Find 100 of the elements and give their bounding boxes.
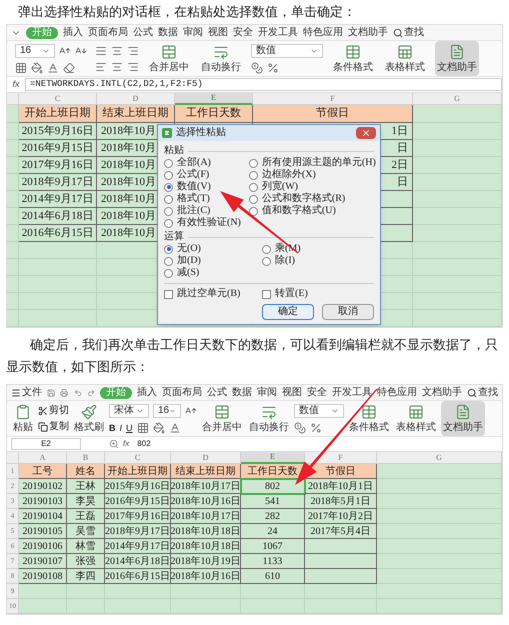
table-cell: 2018年9月17日 (19, 174, 97, 191)
ribbon-tab[interactable]: 文档助手 (348, 26, 388, 38)
table-cell: 2016年9月15日 (19, 140, 97, 157)
font-field[interactable]: 宋体 (109, 404, 149, 418)
ribbon-tab[interactable]: 文档助手 (422, 386, 462, 398)
table-cell: 20190103 (19, 494, 67, 509)
underline-button[interactable]: U (126, 422, 133, 434)
column-header[interactable]: G (413, 93, 502, 105)
merge-center-button[interactable]: 合并居中 (147, 41, 191, 76)
menu-button[interactable]: 文件 (11, 386, 42, 398)
conditional-format-button[interactable]: 条件格式 (347, 401, 391, 436)
ribbon-tab[interactable]: 安全 (307, 386, 327, 398)
ribbon-tab[interactable]: 特色应用 (377, 386, 417, 398)
ribbon-tab[interactable]: 开发工具 (332, 386, 372, 398)
operation-option[interactable]: 除(I) (262, 255, 301, 267)
table-cell: 2018年5月1日 (305, 494, 377, 509)
format-painter-button[interactable]: 格式刷 (72, 401, 106, 436)
checkbox-option[interactable]: 转置(E) (262, 288, 308, 300)
table-cell: 2018年10月17日 (171, 509, 241, 524)
operation-option[interactable]: 加(D) (164, 255, 254, 267)
ribbon-tab[interactable]: 视图 (282, 386, 302, 398)
paste-option[interactable]: 公式和数字格式(R) (248, 193, 376, 205)
search-button[interactable]: 查找 (467, 386, 498, 398)
ribbon-tab[interactable]: 插入 (63, 26, 83, 38)
instruction-text: 弹出选择性粘贴的对话框，在粘贴处选择数值，单击确定： (17, 3, 357, 21)
font-size-field[interactable]: 16 (15, 44, 55, 58)
table-cell: 李昊 (67, 494, 105, 509)
name-box[interactable]: E2 (11, 438, 81, 450)
table-cell: 2017年10月2日 (305, 509, 377, 524)
header-cell: 工号 (19, 464, 67, 479)
ribbon-tab[interactable]: 特色应用 (303, 26, 343, 38)
table-cell: 2014年9月17日 (19, 191, 97, 208)
fx-label: fx (11, 78, 20, 91)
table-cell: 20190104 (19, 509, 67, 524)
table-style-button[interactable]: 表格样式 (394, 401, 438, 436)
wrap-text-button[interactable]: 自动换行 (199, 41, 243, 76)
ribbon-tab[interactable]: 开发工具 (258, 26, 298, 38)
operation-option[interactable]: 减(S) (164, 267, 254, 279)
ribbon-tab[interactable]: 安全 (233, 26, 253, 38)
table-cell: 20190105 (19, 524, 67, 539)
operation-option[interactable]: 无(O) (164, 243, 254, 255)
doc-assistant-button[interactable]: 文档助手 (435, 41, 479, 76)
ribbon-tab[interactable]: 公式 (133, 26, 153, 38)
fx-label: fx (123, 438, 130, 450)
table-cell: 2014年9月17日 (105, 539, 171, 554)
ribbon-tab[interactable]: 审阅 (183, 26, 203, 38)
column-header[interactable]: E (241, 452, 305, 464)
table-cell: 2018年10月17日 (171, 479, 241, 494)
table-cell: 1133 (241, 554, 305, 569)
wrap-text-button[interactable]: 自动换行 (247, 401, 291, 436)
ok-button[interactable]: 确定 (262, 304, 314, 320)
ribbon-tab[interactable]: 公式 (207, 386, 227, 398)
table-cell: 2018年9月17日 (105, 524, 171, 539)
ribbon-tab[interactable]: 审阅 (257, 386, 277, 398)
number-format-field[interactable]: 数值 (251, 44, 323, 58)
column-header[interactable]: E (175, 93, 253, 105)
doc-assistant-button[interactable]: 文档助手 (441, 401, 485, 436)
ribbon-tab[interactable]: 页面布局 (88, 26, 128, 38)
table-cell: 20190107 (19, 554, 67, 569)
formula-field[interactable]: 802 (133, 438, 498, 450)
table-cell: 1067 (241, 539, 305, 554)
copy-button[interactable]: 复制 (38, 420, 69, 432)
cut-button[interactable]: 剪切 (38, 404, 69, 416)
table-cell: 2015年9月16日 (19, 123, 97, 140)
table-cell: 林雪 (67, 539, 105, 554)
table-cell: 2017年9月16日 (105, 509, 171, 524)
table-cell: 王林 (67, 479, 105, 494)
ribbon-tab[interactable]: 数据 (158, 26, 178, 38)
number-format-field[interactable]: 数值 (294, 404, 344, 418)
header-cell: 开始上班日期 (105, 464, 171, 479)
ribbon-tab[interactable]: 插入 (137, 386, 157, 398)
header-cell: 节假日 (253, 105, 413, 123)
checkbox-option[interactable]: 跳过空单元(B) (164, 288, 254, 300)
table-cell: 802 (241, 479, 305, 494)
font-size-field[interactable]: 16 (153, 404, 181, 418)
table-cell: 2016年6月15日 (105, 569, 171, 584)
search-button[interactable]: 查找 (393, 26, 424, 38)
body-text: 确定后，我们再次单击工作日天数下的数据，可以看到编辑栏就不显示数据了，只显示数值，如下图所示： (6, 336, 499, 376)
table-cell: 541 (241, 494, 305, 509)
italic-button[interactable]: I (120, 422, 122, 434)
ribbon-tab[interactable]: 视图 (208, 26, 228, 38)
ribbon-tab[interactable]: 数据 (232, 386, 252, 398)
conditional-format-button[interactable]: 条件格式 (331, 41, 375, 76)
header-cell: 姓名 (67, 464, 105, 479)
cancel-button[interactable]: 取消 (322, 304, 374, 320)
ribbon-tab[interactable]: 页面布局 (162, 386, 202, 398)
header-cell: 节假日 (305, 464, 377, 479)
table-cell: 20190108 (19, 569, 67, 584)
table-cell: 20190106 (19, 539, 67, 554)
merge-center-button[interactable]: 合并居中 (200, 401, 244, 436)
header-cell: 结束上班日期 (97, 105, 175, 123)
table-cell: 2014年6月18日 (19, 208, 97, 225)
bold-button[interactable]: B (109, 422, 116, 434)
table-cell: 张强 (67, 554, 105, 569)
table-cell: 2018年10月19日 (171, 554, 241, 569)
paste-button[interactable]: 粘贴 (11, 401, 35, 436)
table-style-button[interactable]: 表格样式 (383, 41, 427, 76)
formula-field[interactable]: =NETWORKDAYS.INTL(C2,D2,1,F2:F5) (25, 78, 502, 91)
table-cell: 2018年10月1日 (305, 479, 377, 494)
column-header[interactable]: G (377, 452, 502, 464)
